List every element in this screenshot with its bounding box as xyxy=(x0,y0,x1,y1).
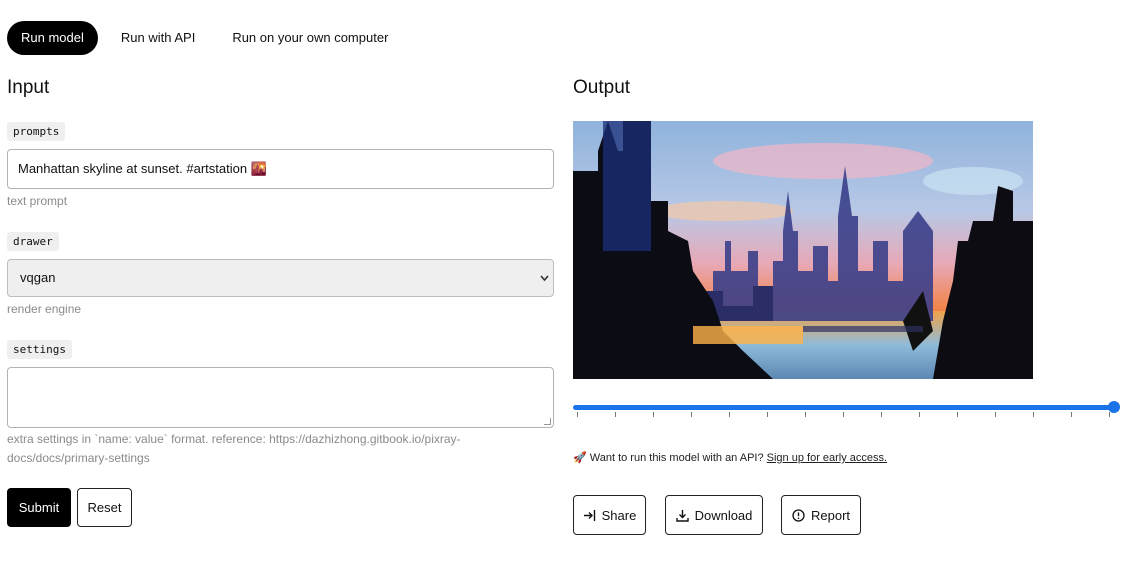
mode-tabs: Run model Run with API Run on your own c… xyxy=(7,21,402,55)
drawer-select[interactable]: vqgan xyxy=(7,259,554,297)
slider-thumb[interactable] xyxy=(1108,401,1120,413)
slider-tick xyxy=(577,412,578,417)
prompts-label: prompts xyxy=(7,122,66,141)
chevron-down-icon xyxy=(540,260,549,311)
slider-tick xyxy=(653,412,654,417)
slider-tick xyxy=(729,412,730,417)
prompts-hint: text prompt xyxy=(7,194,68,208)
settings-hint: extra settings in `name: value` format. … xyxy=(7,430,461,468)
slider-tick xyxy=(995,412,996,417)
settings-label: settings xyxy=(7,340,72,359)
download-button-label: Download xyxy=(694,507,753,523)
alert-circle-icon xyxy=(792,508,805,522)
tab-run-model[interactable]: Run model xyxy=(7,21,98,55)
download-icon xyxy=(675,509,689,522)
slider-track xyxy=(573,405,1113,410)
share-button[interactable]: Share xyxy=(573,495,646,535)
slider-tick xyxy=(1109,412,1110,417)
drawer-hint: render engine xyxy=(7,302,82,316)
api-note: 🚀 Want to run this model with an API? Si… xyxy=(573,451,887,464)
slider-tick xyxy=(805,412,806,417)
tab-run-on-own-computer[interactable]: Run on your own computer xyxy=(218,21,402,55)
output-progress-slider[interactable] xyxy=(573,400,1120,418)
settings-hint-line-1: extra settings in `name: value` format. … xyxy=(7,432,461,446)
slider-tick xyxy=(919,412,920,417)
input-heading: Input xyxy=(7,77,50,98)
slider-tick xyxy=(615,412,616,417)
output-heading: Output xyxy=(573,77,631,98)
slider-ticks xyxy=(577,412,1110,418)
report-button-label: Report xyxy=(810,507,851,523)
slider-tick xyxy=(1033,412,1034,417)
slider-tick xyxy=(1071,412,1072,417)
report-button[interactable]: Report xyxy=(781,495,861,535)
resize-handle-icon[interactable] xyxy=(544,418,551,425)
download-button[interactable]: Download xyxy=(665,495,763,535)
drawer-label: drawer xyxy=(7,232,59,251)
reset-button[interactable]: Reset xyxy=(77,488,132,527)
slider-tick xyxy=(843,412,844,417)
output-image xyxy=(573,121,1033,379)
slider-tick xyxy=(767,412,768,417)
generated-skyline-image xyxy=(573,121,1033,379)
share-button-label: Share xyxy=(601,507,637,523)
slider-tick xyxy=(881,412,882,417)
tab-run-with-api[interactable]: Run with API xyxy=(107,21,209,55)
share-arrow-icon xyxy=(583,509,595,521)
drawer-select-value: vqgan xyxy=(20,270,56,285)
settings-textarea[interactable] xyxy=(7,367,554,428)
submit-button[interactable]: Submit xyxy=(7,488,71,527)
slider-tick xyxy=(957,412,958,417)
api-note-text: 🚀 Want to run this model with an API? xyxy=(573,452,767,464)
slider-tick xyxy=(691,412,692,417)
settings-hint-line-2: docs/docs/primary-settings xyxy=(7,451,150,465)
early-access-link[interactable]: Sign up for early access. xyxy=(767,452,887,464)
prompts-input-value: Manhattan skyline at sunset. #artstation… xyxy=(18,161,267,176)
prompts-input[interactable]: Manhattan skyline at sunset. #artstation… xyxy=(7,149,554,189)
